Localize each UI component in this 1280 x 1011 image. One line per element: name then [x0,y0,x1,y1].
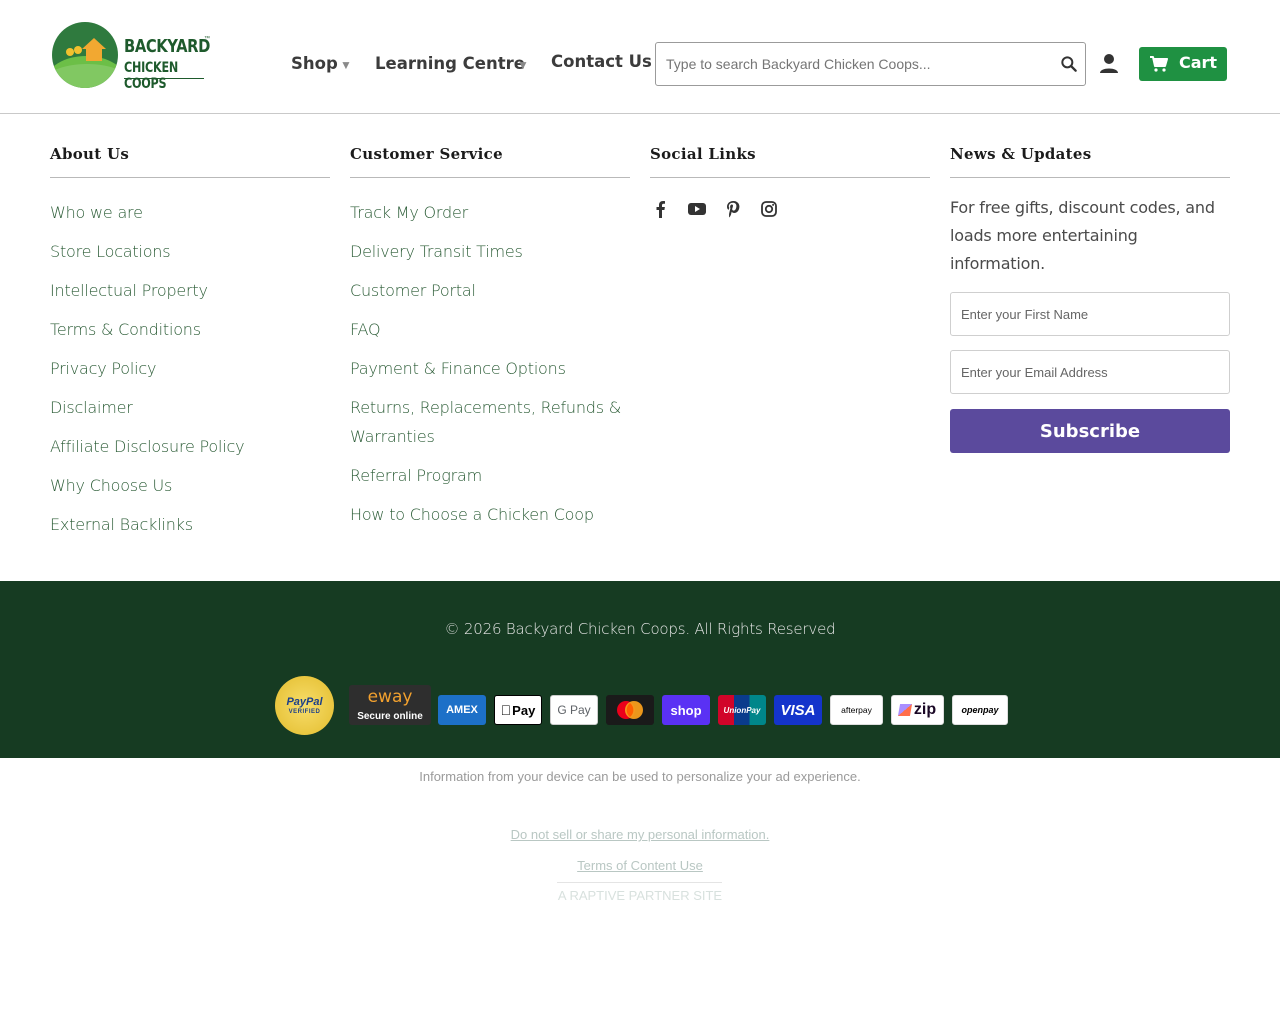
footer-link-terms-conditions[interactable]: Terms & Conditions [50,315,330,344]
nav-contact-us[interactable]: Contact Us [551,52,652,71]
footer-link-affiliate-disclosure[interactable]: Affiliate Disclosure Policy [50,432,330,461]
amex-label: AMEX [446,704,478,716]
first-name-field[interactable] [950,292,1230,336]
search-input[interactable] [666,53,1046,75]
logo-emblem [52,22,118,88]
unionpay-icon: UnionPay [718,695,766,725]
shop-pay-icon: shop [662,695,710,725]
visa-label: VISA [780,701,816,719]
pinterest-icon[interactable] [724,200,742,218]
logo-text-chicken-coops: CHICKEN COOPS [124,60,179,92]
search-box [655,42,1086,86]
eway-logo-text: eway [367,687,413,707]
paypal-seal-title: PayPal [286,696,323,708]
footer-service-column: Customer Service Track My Order Delivery… [350,145,630,539]
eway-badge: eway Secure online [349,685,431,725]
site-header: BACKYARD ™ CHICKEN COOPS Shop ▼ Learning… [0,0,1280,114]
openpay-label: openpay [961,705,999,715]
user-icon[interactable] [1099,53,1119,75]
paypal-verified-seal[interactable]: PayPal VERIFIED [275,676,334,735]
google-pay-icon: G Pay [550,695,598,725]
footer-link-payment-finance[interactable]: Payment & Finance Options [350,354,630,383]
shop-dropdown-caret-icon[interactable]: ▼ [340,58,352,72]
copyright-band: © 2026 Backyard Chicken Coops. All Right… [0,581,1280,758]
afterpay-icon: afterpay [830,695,883,725]
footer-link-external-backlinks[interactable]: External Backlinks [50,510,330,539]
terms-of-content-link[interactable]: Terms of Content Use [0,858,1280,873]
facebook-icon[interactable] [652,200,670,218]
instagram-icon[interactable] [760,200,778,218]
footer-link-customer-portal[interactable]: Customer Portal [350,276,630,305]
footer-link-choose-coop[interactable]: How to Choose a Chicken Coop [350,500,630,529]
cart-button[interactable]: Cart [1139,47,1227,81]
visa-icon: VISA [774,695,822,725]
footer-about-column: About Us Who we are Store Locations Inte… [50,145,330,549]
zip-label: zip [913,701,937,718]
footer-link-returns-warranties[interactable]: Returns, Replacements, Refunds & Warrant… [350,393,630,451]
openpay-icon: openpay [952,695,1008,725]
footer-social-column: Social Links [650,145,930,218]
apple-pay-label: Pay [506,702,535,718]
site-logo[interactable]: BACKYARD ™ CHICKEN COOPS [52,22,212,92]
footer-link-delivery-times[interactable]: Delivery Transit Times [350,237,630,266]
footer-link-why-choose-us[interactable]: Why Choose Us [50,471,330,500]
learning-centre-dropdown-caret-icon[interactable]: ▼ [517,58,529,72]
google-pay-label: G Pay [557,703,591,717]
apple-pay-icon: Pay [494,695,542,725]
subscribe-button[interactable]: Subscribe [950,409,1230,453]
zip-icon: zip [891,695,944,725]
social-icons [650,200,930,218]
do-not-sell-link[interactable]: Do not sell or share my personal informa… [0,827,1280,842]
newsletter-description: For free gifts, discount codes, and load… [950,198,1215,273]
ad-divider [557,882,722,883]
footer-about-title: About Us [50,145,330,178]
logo-underline [124,78,204,79]
footer-social-title: Social Links [650,145,930,178]
footer-news-column: News & Updates For free gifts, discount … [950,145,1230,453]
copyright-text: © 2026 Backyard Chicken Coops. All Right… [444,620,836,638]
eway-secure-text: Secure online [357,711,423,722]
logo-text-backyard: BACKYARD [124,36,210,57]
footer-link-who-we-are[interactable]: Who we are [50,198,330,227]
nav-learning-centre[interactable]: Learning Centre [375,54,525,73]
footer-link-faq[interactable]: FAQ [350,315,630,344]
partner-site-label: A RAPTIVE PARTNER SITE [557,888,723,903]
amex-icon: AMEX [438,695,486,725]
ad-personalization-notice: Information from your device can be used… [419,769,861,784]
nav-shop[interactable]: Shop [291,54,338,73]
footer-link-intellectual-property[interactable]: Intellectual Property [50,276,330,305]
shop-pay-label: shop [670,702,702,718]
footer-service-title: Customer Service [350,145,630,178]
footer-link-store-locations[interactable]: Store Locations [50,237,330,266]
footer-link-disclaimer[interactable]: Disclaimer [50,393,330,422]
search-icon[interactable] [1059,54,1079,74]
footer-link-track-order[interactable]: Track My Order [350,198,630,227]
footer-service-links: Track My Order Delivery Transit Times Cu… [350,198,630,529]
cart-label: Cart [1179,53,1218,72]
footer-news-title: News & Updates [950,145,1230,178]
footer-link-referral-program[interactable]: Referral Program [350,461,630,490]
youtube-icon[interactable] [688,200,706,218]
email-field[interactable] [950,350,1230,394]
footer-link-privacy-policy[interactable]: Privacy Policy [50,354,330,383]
cart-icon [1150,56,1168,72]
mastercard-icon [606,695,654,725]
afterpay-label: afterpay [841,705,872,715]
unionpay-label: UnionPay [723,705,761,715]
logo-trademark: ™ [204,36,210,42]
paypal-seal-subtitle: VERIFIED [288,709,321,715]
footer-about-links: Who we are Store Locations Intellectual … [50,198,330,539]
